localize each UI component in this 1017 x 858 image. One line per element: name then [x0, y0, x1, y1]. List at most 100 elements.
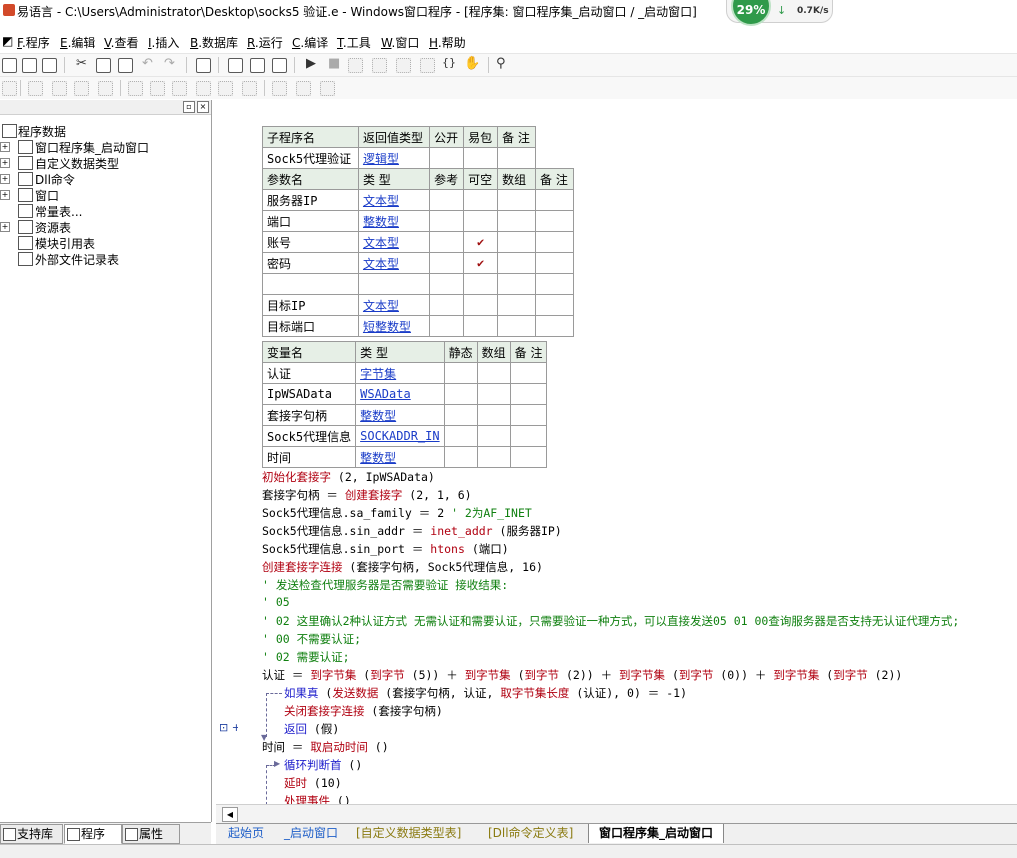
- tab-datatype-table[interactable]: [自定义数据类型表]: [346, 824, 471, 843]
- step-into-icon[interactable]: [372, 58, 387, 73]
- grid-icon[interactable]: [296, 81, 311, 96]
- table-row[interactable]: IpWSAData WSAData: [261, 383, 548, 405]
- epackage-cell[interactable]: [463, 147, 499, 169]
- menu-compile[interactable]: C.编译: [292, 34, 328, 51]
- code-comment[interactable]: ' 05: [262, 595, 290, 613]
- paste-icon[interactable]: [118, 58, 133, 73]
- tab-program[interactable]: 程序: [64, 824, 122, 844]
- code-line[interactable]: Sock5代理信息.sin_addr ＝ inet_addr (服务器IP): [262, 523, 562, 541]
- code-line[interactable]: Sock5代理信息.sin_port ＝ htons (端口): [262, 541, 509, 559]
- run-icon[interactable]: ▶: [306, 56, 316, 71]
- tab-start-page[interactable]: 起始页: [218, 824, 274, 843]
- menu-help[interactable]: H.帮助: [429, 34, 466, 51]
- code-line[interactable]: Sock5代理信息.sa_family ＝ 2 ' 2为AF_INET: [262, 505, 532, 523]
- same-width-icon[interactable]: [172, 81, 187, 96]
- panel-close-icon[interactable]: ×: [197, 101, 209, 113]
- table-row[interactable]: [262, 273, 574, 295]
- scroll-left-icon[interactable]: ◀: [222, 807, 238, 822]
- binoculars-icon[interactable]: ⚲: [496, 56, 506, 71]
- code-comment[interactable]: ' 发送检查代理服务器是否需要验证 接收结果:: [262, 577, 508, 595]
- horizontal-scrollbar[interactable]: ◀: [216, 804, 1017, 823]
- table-row[interactable]: 目标端口 短整数型: [262, 315, 574, 337]
- layout-2-icon[interactable]: [250, 58, 265, 73]
- step-over-icon[interactable]: [396, 58, 411, 73]
- tab-window-module[interactable]: 窗口程序集_启动窗口: [588, 824, 725, 843]
- redo-icon[interactable]: ↷: [164, 56, 175, 71]
- expand-icon[interactable]: +: [0, 190, 10, 200]
- undo-icon[interactable]: ↶: [142, 56, 153, 71]
- remark-cell[interactable]: [497, 147, 537, 169]
- tab-support-library[interactable]: 支持库: [0, 824, 63, 844]
- open-folder-icon[interactable]: [22, 58, 37, 73]
- checkmark-icon[interactable]: ✔: [463, 252, 499, 274]
- table-row[interactable]: 认证 字节集: [261, 362, 548, 384]
- table-row[interactable]: 端口 整数型: [262, 210, 574, 232]
- table-row[interactable]: 密码 文本型 ✔: [262, 252, 574, 274]
- menu-window[interactable]: W.窗口: [381, 34, 419, 51]
- menu-program[interactable]: F.程序: [17, 34, 50, 51]
- lock-layout-icon[interactable]: [320, 81, 335, 96]
- code-line[interactable]: 返回 (假): [284, 721, 339, 739]
- menu-view[interactable]: V.查看: [104, 34, 139, 51]
- layout-3-icon[interactable]: [272, 58, 287, 73]
- align-right-icon[interactable]: [28, 81, 43, 96]
- center-v-icon[interactable]: [272, 81, 287, 96]
- menu-tools[interactable]: T.工具: [337, 34, 371, 51]
- save-icon[interactable]: [42, 58, 57, 73]
- hand-icon[interactable]: ✋: [464, 56, 480, 71]
- find-icon[interactable]: [196, 58, 211, 73]
- menu-edit[interactable]: E.编辑: [60, 34, 95, 51]
- code-line[interactable]: 认证 ＝ 到字节集 (到字节 (5)) ＋ 到字节集 (到字节 (2)) ＋ 到…: [262, 667, 902, 685]
- code-line[interactable]: 循环判断首 (): [284, 757, 362, 775]
- tab-startup-window[interactable]: _启动窗口: [274, 824, 348, 843]
- code-line[interactable]: 初始化套接字 (2, IpWSAData): [262, 469, 435, 487]
- code-line[interactable]: 套接字句柄 ＝ 创建套接字 (2, 1, 6): [262, 487, 472, 505]
- public-cell[interactable]: [429, 147, 465, 169]
- checkmark-icon[interactable]: ✔: [463, 231, 499, 253]
- table-row[interactable]: 目标IP 文本型: [262, 294, 574, 316]
- code-comment[interactable]: ' 00 不需要认证;: [262, 631, 361, 649]
- center-h-icon[interactable]: [242, 81, 257, 96]
- breakpoint-braces-icon[interactable]: {}: [442, 56, 456, 69]
- menu-insert[interactable]: I.插入: [148, 34, 179, 51]
- layout-1-icon[interactable]: [228, 58, 243, 73]
- cut-icon[interactable]: ✂: [76, 56, 87, 71]
- distribute-v-icon[interactable]: [150, 81, 165, 96]
- same-height-icon[interactable]: [196, 81, 211, 96]
- code-comment[interactable]: ' 02 需要认证;: [262, 649, 350, 667]
- panel-pin-icon[interactable]: ▫: [183, 101, 195, 113]
- code-line[interactable]: 处理事件 (): [284, 793, 351, 804]
- table-row[interactable]: 账号 文本型 ✔: [262, 231, 574, 253]
- code-line[interactable]: 时间 ＝ 取启动时间 (): [262, 739, 389, 757]
- expand-icon[interactable]: +: [0, 174, 10, 184]
- step-out-icon[interactable]: [420, 58, 435, 73]
- same-size-icon[interactable]: [218, 81, 233, 96]
- align-top-icon[interactable]: [52, 81, 67, 96]
- step-icon[interactable]: [348, 58, 363, 73]
- table-row[interactable]: 套接字句柄 整数型: [261, 404, 548, 426]
- align-center-icon[interactable]: [98, 81, 113, 96]
- network-speed-widget[interactable]: 29% ↓ 0.7K/s: [726, 0, 833, 26]
- code-line[interactable]: 如果真 (发送数据 (套接字句柄, 认证, 取字节集长度 (认证), 0) ＝ …: [284, 685, 687, 703]
- new-file-icon[interactable]: [2, 58, 17, 73]
- menu-database[interactable]: B.数据库: [190, 34, 238, 51]
- return-type-cell[interactable]: 逻辑型: [357, 147, 431, 169]
- expand-icon[interactable]: +: [0, 222, 10, 232]
- expand-icon[interactable]: +: [0, 158, 10, 168]
- code-line[interactable]: 关闭套接字连接 (套接字句柄): [284, 703, 443, 721]
- table-row[interactable]: Sock5代理信息 SOCKADDR_IN: [261, 425, 548, 447]
- sub-name-cell[interactable]: Sock5代理验证: [262, 147, 359, 169]
- table-row[interactable]: 服务器IP 文本型: [262, 189, 574, 211]
- align-left-icon[interactable]: [2, 81, 17, 96]
- table-row[interactable]: 时间 整数型: [261, 446, 548, 468]
- stop-icon[interactable]: ■: [328, 56, 340, 71]
- code-line[interactable]: 延时 (10): [284, 775, 342, 793]
- tab-dll-table[interactable]: [Dll命令定义表]: [478, 824, 583, 843]
- code-line[interactable]: 创建套接字连接 (套接字句柄, Sock5代理信息, 16): [262, 559, 543, 577]
- align-bottom-icon[interactable]: [74, 81, 89, 96]
- distribute-h-icon[interactable]: [128, 81, 143, 96]
- tab-properties[interactable]: 属性: [122, 824, 180, 844]
- expand-icon[interactable]: +: [0, 142, 10, 152]
- copy-icon[interactable]: [96, 58, 111, 73]
- menu-run[interactable]: R.运行: [247, 34, 283, 51]
